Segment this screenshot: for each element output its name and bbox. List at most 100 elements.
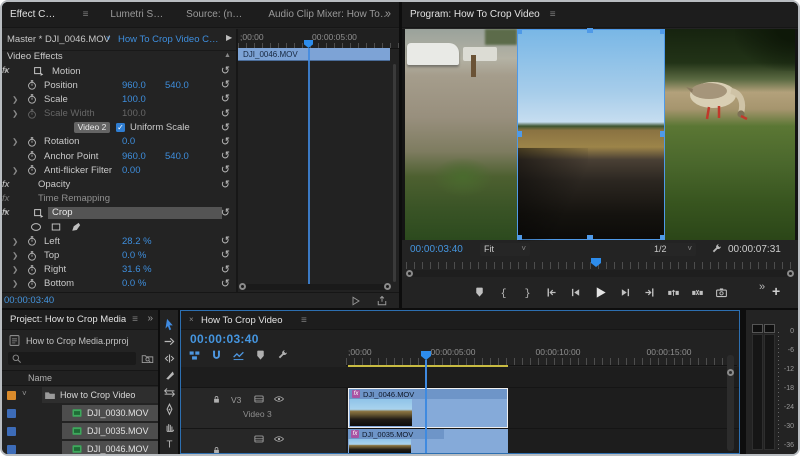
nest-icon[interactable] xyxy=(188,349,201,362)
play-icon[interactable] xyxy=(593,285,608,300)
ec-playhead-line[interactable] xyxy=(308,48,310,286)
effect-row-motion[interactable]: ▾fxMotion↺ xyxy=(2,64,236,78)
lift-icon[interactable] xyxy=(667,286,680,299)
effect-row-right[interactable]: ❯Right31.6 %↺ xyxy=(2,263,236,277)
tab-audio-clip-mixer-how-to-crop-vide[interactable]: Audio Clip Mixer: How To Crop Vide xyxy=(268,9,391,20)
expand-chevron-icon[interactable]: ❯ xyxy=(12,251,18,260)
play-edits-icon[interactable] xyxy=(350,295,362,307)
go-to-in-icon[interactable] xyxy=(545,286,558,299)
scrollbar-left-handle[interactable] xyxy=(406,270,413,277)
param-value[interactable]: 540.0 xyxy=(165,80,189,91)
magnet-icon[interactable] xyxy=(210,349,223,362)
expand-chevron-icon[interactable]: ❯ xyxy=(12,279,18,288)
reset-parameter-icon[interactable]: ↺ xyxy=(221,121,230,135)
tab-lumetri-scopes[interactable]: Lumetri Scopes xyxy=(110,9,164,20)
reset-parameter-icon[interactable]: ↺ xyxy=(221,248,230,262)
effect-row-scale-width[interactable]: ❯Scale Width100.0↺ xyxy=(2,107,236,121)
ec-mini-timeline[interactable]: ;00:00 00:00:05:00 DJI_0046.MOV xyxy=(238,29,399,292)
crop-handle[interactable] xyxy=(587,235,593,240)
scrollbar-left-handle[interactable] xyxy=(239,283,246,290)
reset-parameter-icon[interactable]: ↺ xyxy=(221,163,230,177)
sync-lock-icon[interactable] xyxy=(253,393,265,405)
scrollbar-top-handle[interactable] xyxy=(727,369,734,376)
param-value[interactable]: 28.2 % xyxy=(122,236,152,247)
param-value[interactable]: 100.0 xyxy=(122,108,146,119)
param-value[interactable]: 0.0 xyxy=(122,136,135,147)
reset-parameter-icon[interactable]: ↺ xyxy=(221,263,230,277)
fx-badge-icon[interactable]: fx xyxy=(2,65,9,76)
reset-parameter-icon[interactable]: ↺ xyxy=(221,107,230,121)
extract-icon[interactable] xyxy=(691,286,704,299)
reset-parameter-icon[interactable]: ↺ xyxy=(221,206,230,220)
param-value[interactable]: 540.0 xyxy=(165,151,189,162)
crop-handle[interactable] xyxy=(587,28,593,33)
lock-icon[interactable] xyxy=(211,445,222,454)
param-value[interactable]: 0.00 xyxy=(122,165,141,176)
timeline-playhead-line[interactable] xyxy=(425,360,427,453)
wrench-icon[interactable] xyxy=(276,349,289,362)
tab-effect-controls[interactable]: Effect Controls xyxy=(10,9,61,20)
expand-chevron-icon[interactable]: ❯ xyxy=(12,237,18,246)
label-color-chip[interactable] xyxy=(7,409,16,418)
ec-ruler[interactable]: ;00:00 00:00:05:00 xyxy=(238,29,399,49)
playback-resolution-select[interactable]: 1/2 ˅ xyxy=(650,243,696,256)
param-value[interactable]: 100.0 xyxy=(122,94,146,105)
program-tab[interactable]: Program: How To Crop Video xyxy=(410,9,540,20)
panel-menu-icon[interactable]: ≡ xyxy=(83,9,89,20)
comp-clip-label[interactable]: How To Crop Video Comp * DJI... xyxy=(118,34,220,45)
timeline-vertical-scrollbar[interactable] xyxy=(727,355,734,451)
param-value[interactable]: 960.0 xyxy=(122,80,146,91)
timeline-ruler[interactable]: ;00:0000:00:05:0000:00:10:0000:00:15:00 xyxy=(346,345,737,366)
video-2-button[interactable]: Video 2 xyxy=(74,122,110,134)
crop-handle[interactable] xyxy=(517,235,522,240)
fx-badge-icon[interactable]: fx xyxy=(2,179,9,190)
ec-current-timecode[interactable]: 00:00:03:40 xyxy=(4,295,54,306)
effect-row-top[interactable]: ❯Top0.0 %↺ xyxy=(2,248,236,262)
settings-wrench-icon[interactable] xyxy=(710,243,723,256)
bin-item-how-to-crop-video[interactable]: ˅How to Crop Video xyxy=(2,387,158,404)
razor-tool[interactable] xyxy=(161,367,177,384)
uniform-scale-checkbox[interactable]: ✓ xyxy=(116,123,125,132)
crop-region[interactable] xyxy=(517,29,665,240)
tab-source-no-clips-[interactable]: Source: (no clips) xyxy=(186,9,246,20)
reset-parameter-icon[interactable]: ↺ xyxy=(221,234,230,248)
mark-out-brace-icon[interactable]: } xyxy=(521,286,534,299)
track-v3-name[interactable]: Video 3 xyxy=(243,409,272,419)
expand-chevron-icon[interactable]: ˅ xyxy=(22,389,27,398)
fx-badge-icon[interactable]: fx xyxy=(2,193,9,204)
effect-row-rotation[interactable]: ❯Rotation0.0↺ xyxy=(2,135,236,149)
scrollbar-right-handle[interactable] xyxy=(787,270,794,277)
eye-icon[interactable] xyxy=(273,393,285,405)
hand-tool[interactable] xyxy=(161,418,177,435)
param-value[interactable]: 31.6 % xyxy=(122,264,152,275)
clip-item-dji-0035-mov[interactable]: DJI_0035.MOV xyxy=(2,423,158,440)
zoom-level-select[interactable]: Fit ˅ xyxy=(480,243,530,256)
reset-parameter-icon[interactable]: ↺ xyxy=(221,78,230,92)
effect-row-uniform-scale[interactable]: Video 2✓Uniform Scale↺ xyxy=(2,121,236,135)
reset-parameter-icon[interactable]: ↺ xyxy=(221,135,230,149)
selection-tool[interactable] xyxy=(161,316,177,333)
crop-handle[interactable] xyxy=(517,29,522,34)
clip-dji-0035[interactable]: fx DJI_0035.MOV xyxy=(348,429,508,453)
effect-row-shapes[interactable] xyxy=(2,220,236,234)
param-value[interactable]: 960.0 xyxy=(122,151,146,162)
ec-clip-bar[interactable]: DJI_0046.MOV xyxy=(238,48,390,61)
sync-lock-icon[interactable] xyxy=(253,433,265,445)
reset-parameter-icon[interactable]: ↺ xyxy=(221,149,230,163)
clip-item-dji-0046-mov[interactable]: DJI_0046.MOV xyxy=(2,441,158,454)
reset-parameter-icon[interactable]: ↺ xyxy=(221,64,230,78)
label-color-chip[interactable] xyxy=(7,445,16,454)
add-marker-icon[interactable] xyxy=(473,286,486,299)
clip-item-dji-0030-mov[interactable]: DJI_0030.MOV xyxy=(2,405,158,422)
timeline-tab[interactable]: How To Crop Video xyxy=(201,315,283,326)
effect-row-left[interactable]: ❯Left28.2 %↺ xyxy=(2,234,236,248)
pen-tool[interactable] xyxy=(161,401,177,418)
param-value[interactable]: 0.0 % xyxy=(122,278,146,289)
ripple-edit-tool[interactable] xyxy=(161,350,177,367)
mark-in-brace-icon[interactable]: { xyxy=(497,286,510,299)
collapse-arrow-icon[interactable]: ▲ xyxy=(224,52,231,59)
export-frame-icon[interactable] xyxy=(715,286,728,299)
expand-chevron-icon[interactable]: ❯ xyxy=(12,109,18,118)
program-scrollbar[interactable] xyxy=(406,270,794,277)
track-select-forward-tool[interactable] xyxy=(161,333,177,350)
